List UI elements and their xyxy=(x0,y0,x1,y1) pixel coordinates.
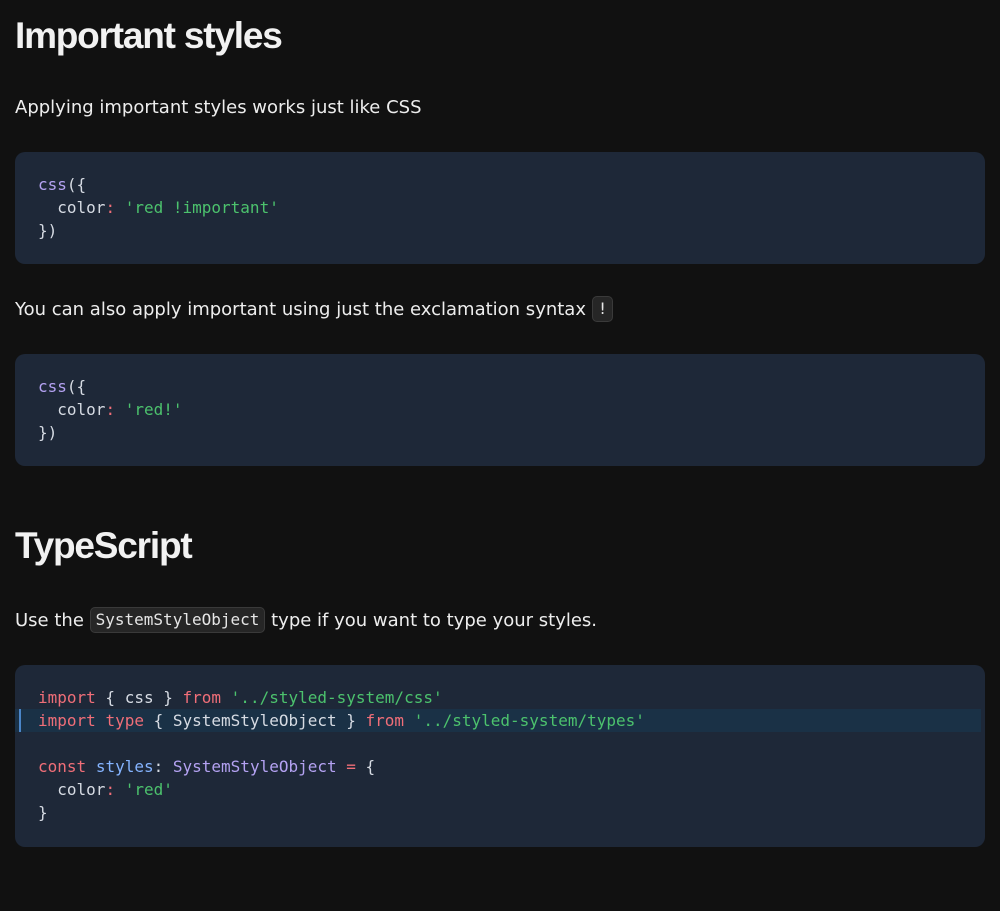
code-token-keyword: type xyxy=(105,711,144,730)
important-intro-text: Applying important styles works just lik… xyxy=(15,97,422,118)
code-token-keyword: from xyxy=(182,688,222,707)
typescript-intro-text: Use the SystemStyleObject type if you wa… xyxy=(15,607,597,634)
inline-code-systemstyleobject: SystemStyleObject xyxy=(89,607,266,633)
code-token-punctuation: }) xyxy=(38,423,58,442)
code-token-property: color xyxy=(57,780,106,799)
code-line: const styles: SystemStyleObject = { xyxy=(15,755,985,778)
code-token-keyword: import xyxy=(38,711,96,730)
exclamation-text: You can also apply important using just … xyxy=(15,296,614,323)
code-line: }) xyxy=(15,421,985,444)
code-line: css({ xyxy=(15,375,985,398)
code-token-identifier: { css } xyxy=(95,688,183,707)
code-token-punctuation: { xyxy=(355,757,376,776)
code-token-function: css xyxy=(38,175,67,194)
code-line: } xyxy=(15,801,985,824)
exclamation-text-label: You can also apply important using just … xyxy=(15,299,586,320)
code-token-string: 'red !important' xyxy=(124,198,279,217)
code-token-colon: : xyxy=(105,198,125,217)
code-block-typescript: import { css } from '../styled-system/cs… xyxy=(15,665,985,847)
code-line: color: 'red!' xyxy=(15,398,985,421)
code-token-punctuation: } xyxy=(38,803,48,822)
code-token-punctuation: ({ xyxy=(66,377,87,396)
typescript-intro-after: type if you want to type your styles. xyxy=(271,610,598,631)
code-token-property: color xyxy=(57,198,106,217)
code-token-variable: styles xyxy=(95,757,154,776)
code-token-string: '../styled-system/types' xyxy=(413,711,645,730)
code-token-keyword: import xyxy=(38,688,96,707)
code-token-identifier: { SystemStyleObject } xyxy=(143,711,366,730)
code-token-string: 'red' xyxy=(124,780,173,799)
code-token-string: '../styled-system/css' xyxy=(230,688,443,707)
code-block-exclamation: css({ color: 'red!' }) xyxy=(15,354,985,466)
code-block-important: css({ color: 'red !important' }) xyxy=(15,152,985,264)
code-line: css({ xyxy=(15,173,985,196)
code-token-colon: : xyxy=(105,780,125,799)
heading-important-styles: Important styles xyxy=(15,15,283,56)
code-token-keyword: const xyxy=(38,757,87,776)
code-line: color: 'red' xyxy=(15,778,985,801)
code-line-highlighted: import type { SystemStyleObject } from '… xyxy=(15,709,981,732)
code-token-punctuation: ({ xyxy=(66,175,87,194)
code-token-colon: : xyxy=(153,757,173,776)
typescript-intro-before: Use the xyxy=(15,610,84,631)
code-line: color: 'red !important' xyxy=(15,196,985,219)
code-token-keyword: from xyxy=(365,711,405,730)
code-token-colon: : xyxy=(105,400,125,419)
code-token-function: css xyxy=(38,377,67,396)
code-line: }) xyxy=(15,219,985,242)
code-token-punctuation: }) xyxy=(38,221,58,240)
heading-typescript: TypeScript xyxy=(15,525,193,566)
inline-code-exclamation: ! xyxy=(591,296,614,322)
code-token-property: color xyxy=(57,400,106,419)
code-token-type: SystemStyleObject xyxy=(172,757,337,776)
code-token-operator: = xyxy=(346,757,356,776)
code-token-string: 'red!' xyxy=(124,400,183,419)
code-line: import { css } from '../styled-system/cs… xyxy=(15,686,985,709)
